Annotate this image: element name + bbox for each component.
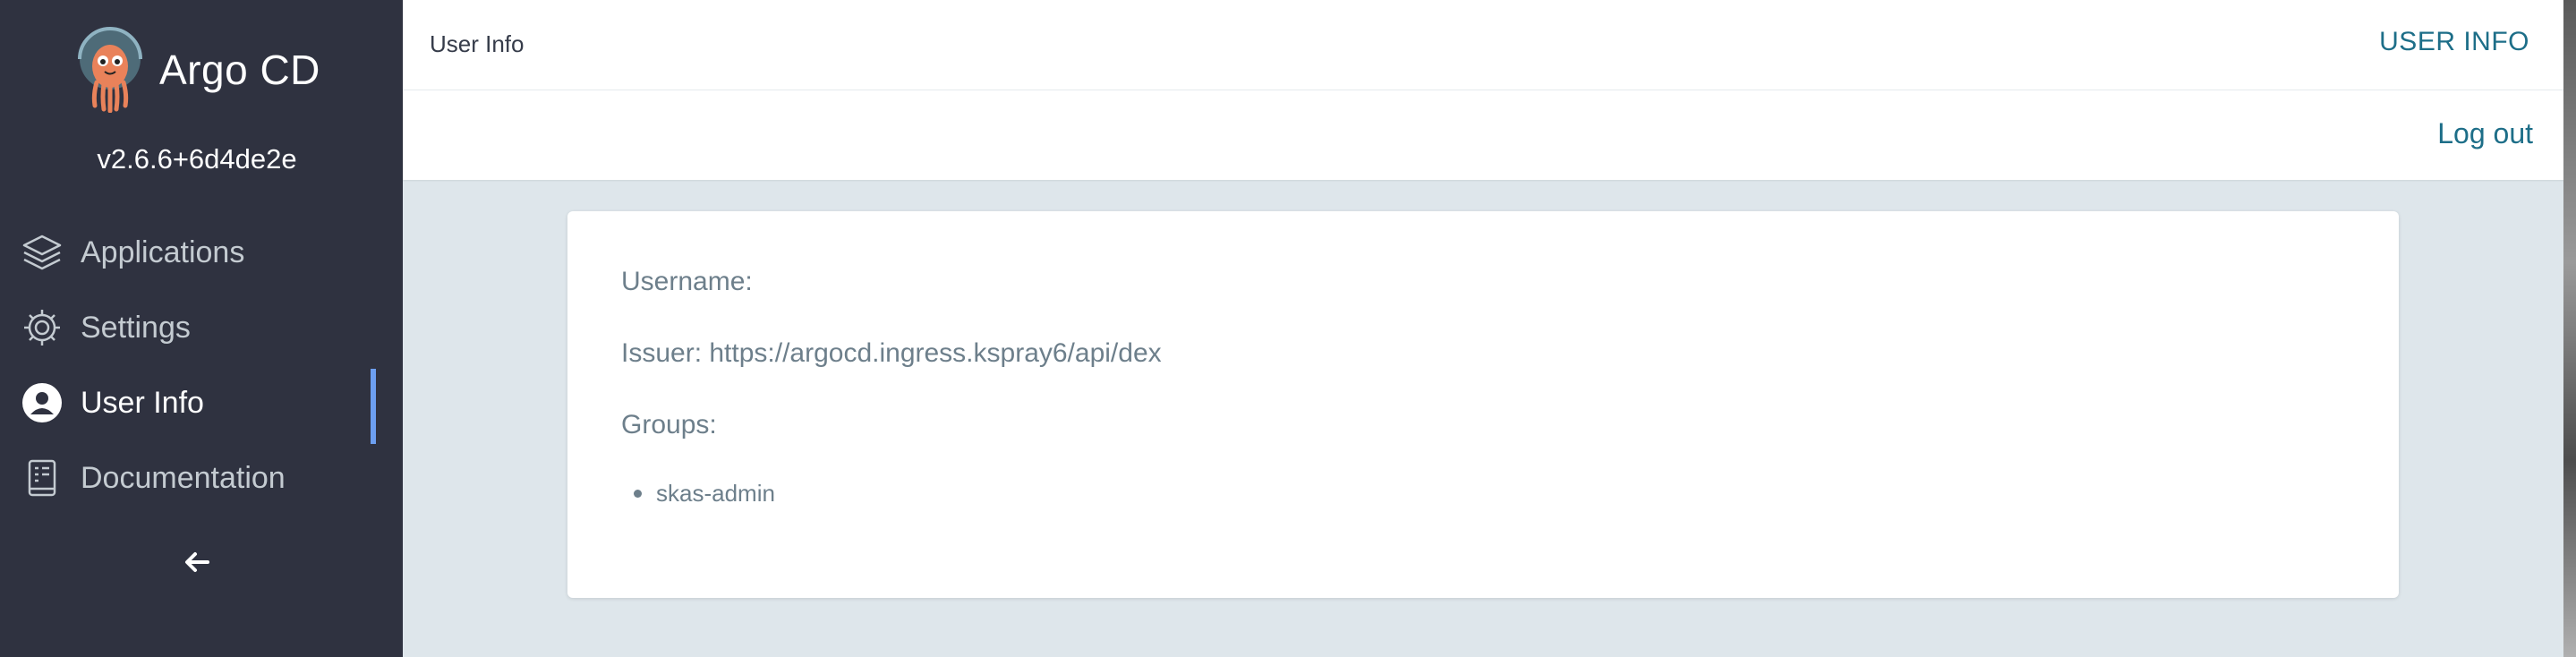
groups-list: skas-admin	[621, 480, 775, 508]
arrow-left-icon	[181, 546, 213, 583]
page-title: User Info	[430, 30, 525, 57]
user-circle-icon	[20, 380, 64, 425]
brand-name: Argo CD	[159, 47, 320, 93]
sidebar-item-label: User Info	[81, 385, 204, 420]
username-field: Username:	[621, 267, 753, 296]
sidebar-item-label: Documentation	[81, 460, 286, 495]
sidebar: Argo CD v2.6.6+6d4de2e Applications Sett…	[0, 0, 403, 657]
section-label: USER INFO	[2379, 27, 2529, 56]
background-window-edge	[2563, 0, 2576, 657]
sidebar-item-documentation[interactable]: Documentation	[0, 440, 403, 516]
issuer-field: Issuer: https://argocd.ingress.kspray6/a…	[621, 338, 1162, 368]
toolbar: Log out	[403, 90, 2576, 180]
list-item: skas-admin	[621, 480, 775, 508]
sidebar-item-user-info[interactable]: User Info	[0, 365, 403, 444]
top-bar: User Info USER INFO	[403, 0, 2576, 90]
user-info-card: Username: Issuer: https://argocd.ingress…	[567, 211, 2399, 598]
brand[interactable]: Argo CD	[75, 27, 320, 114]
groups-label: Groups:	[621, 410, 717, 439]
sidebar-item-label: Applications	[81, 235, 245, 269]
book-icon	[20, 456, 64, 500]
logout-button[interactable]: Log out	[2437, 117, 2533, 150]
sidebar-item-settings[interactable]: Settings	[0, 290, 403, 365]
bullet-icon	[634, 490, 642, 498]
sidebar-item-applications[interactable]: Applications	[0, 215, 403, 290]
layers-icon	[20, 230, 64, 275]
version-label: v2.6.6+6d4de2e	[97, 143, 297, 175]
argo-logo-icon	[75, 27, 145, 114]
sidebar-nav: Applications Settings User Info Document…	[0, 215, 403, 516]
sidebar-item-label: Settings	[81, 310, 191, 345]
app-root: Argo CD v2.6.6+6d4de2e Applications Sett…	[0, 0, 2576, 657]
gear-icon	[20, 305, 64, 350]
group-name: skas-admin	[656, 480, 775, 507]
collapse-sidebar-button[interactable]	[177, 544, 217, 584]
main-content: User Info USER INFO Log out Username: Is…	[403, 0, 2576, 657]
